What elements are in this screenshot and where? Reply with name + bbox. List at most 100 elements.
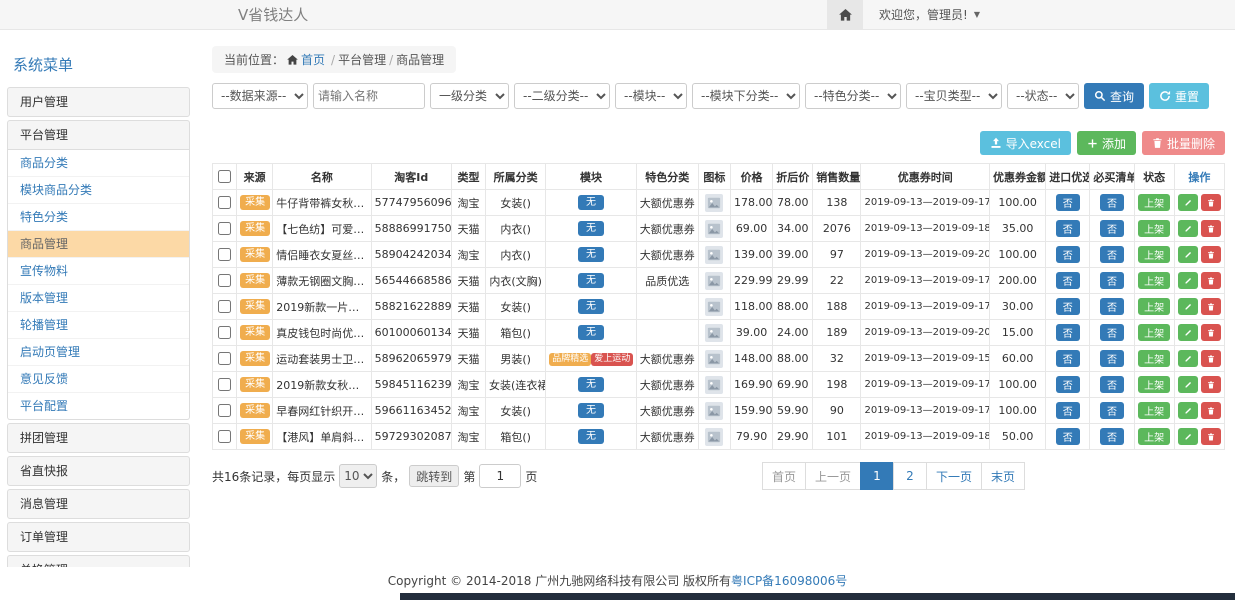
- delete-button[interactable]: [1201, 350, 1221, 367]
- delete-button[interactable]: [1201, 246, 1221, 263]
- page-link[interactable]: 首页: [762, 462, 806, 490]
- status-button[interactable]: 上架: [1138, 350, 1170, 367]
- home-button[interactable]: [827, 0, 863, 29]
- user-menu[interactable]: 欢迎您，管理员! ▼: [879, 6, 980, 23]
- import-pick-button[interactable]: 否: [1056, 194, 1080, 211]
- jump-page-input[interactable]: [479, 464, 521, 488]
- import-pick-button[interactable]: 否: [1056, 298, 1080, 315]
- edit-button[interactable]: [1178, 194, 1198, 211]
- status-button[interactable]: 上架: [1138, 324, 1170, 341]
- must-buy-button[interactable]: 否: [1100, 220, 1124, 237]
- delete-button[interactable]: [1201, 324, 1221, 341]
- row-checkbox[interactable]: [218, 404, 231, 417]
- delete-button[interactable]: [1201, 298, 1221, 315]
- search-button[interactable]: 查询: [1084, 83, 1144, 109]
- delete-button[interactable]: [1201, 402, 1221, 419]
- filter-level1-category[interactable]: 一级分类: [430, 83, 509, 109]
- status-button[interactable]: 上架: [1138, 220, 1170, 237]
- per-page-select[interactable]: 10: [339, 464, 377, 488]
- status-button[interactable]: 上架: [1138, 298, 1170, 315]
- sidebar-item[interactable]: 启动页管理: [8, 339, 189, 366]
- sidebar-item[interactable]: 版本管理: [8, 285, 189, 312]
- sidebar-item[interactable]: 轮播管理: [8, 312, 189, 339]
- import-pick-button[interactable]: 否: [1056, 428, 1080, 445]
- status-button[interactable]: 上架: [1138, 246, 1170, 263]
- edit-button[interactable]: [1178, 402, 1198, 419]
- sidebar-item[interactable]: 平台配置: [8, 393, 189, 419]
- edit-button[interactable]: [1178, 324, 1198, 341]
- sidebar-item[interactable]: 特色分类: [8, 204, 189, 231]
- edit-button[interactable]: [1178, 376, 1198, 393]
- filter-data-source[interactable]: --数据来源--: [212, 83, 308, 109]
- must-buy-button[interactable]: 否: [1100, 246, 1124, 263]
- name-search-input[interactable]: [313, 83, 425, 109]
- row-checkbox[interactable]: [218, 430, 231, 443]
- import-pick-button[interactable]: 否: [1056, 350, 1080, 367]
- filter-module-subcategory[interactable]: --模块下分类--: [692, 83, 800, 109]
- must-buy-button[interactable]: 否: [1100, 350, 1124, 367]
- sidebar-group[interactable]: 订单管理: [7, 522, 190, 552]
- must-buy-button[interactable]: 否: [1100, 272, 1124, 289]
- sidebar-group[interactable]: 省直快报: [7, 456, 190, 486]
- delete-button[interactable]: [1201, 220, 1221, 237]
- row-checkbox[interactable]: [218, 222, 231, 235]
- row-checkbox[interactable]: [218, 196, 231, 209]
- bulk-delete-button[interactable]: 批量删除: [1142, 131, 1225, 155]
- sidebar-group[interactable]: 拼团管理: [7, 423, 190, 453]
- delete-button[interactable]: [1201, 194, 1221, 211]
- status-button[interactable]: 上架: [1138, 194, 1170, 211]
- edit-button[interactable]: [1178, 246, 1198, 263]
- delete-button[interactable]: [1201, 376, 1221, 393]
- edit-button[interactable]: [1178, 272, 1198, 289]
- filter-featured-category[interactable]: --特色分类--: [805, 83, 901, 109]
- must-buy-button[interactable]: 否: [1100, 376, 1124, 393]
- add-button[interactable]: 添加: [1077, 131, 1136, 155]
- import-pick-button[interactable]: 否: [1056, 402, 1080, 419]
- import-excel-button[interactable]: 导入excel: [980, 131, 1071, 155]
- row-checkbox[interactable]: [218, 326, 231, 339]
- row-checkbox[interactable]: [218, 352, 231, 365]
- import-pick-button[interactable]: 否: [1056, 324, 1080, 341]
- sidebar-group[interactable]: 用户管理: [7, 87, 190, 117]
- status-button[interactable]: 上架: [1138, 272, 1170, 289]
- import-pick-button[interactable]: 否: [1056, 272, 1080, 289]
- edit-button[interactable]: [1178, 350, 1198, 367]
- import-pick-button[interactable]: 否: [1056, 220, 1080, 237]
- status-button[interactable]: 上架: [1138, 428, 1170, 445]
- sidebar-item[interactable]: 意见反馈: [8, 366, 189, 393]
- must-buy-button[interactable]: 否: [1100, 402, 1124, 419]
- page-link[interactable]: 1: [860, 462, 894, 490]
- sidebar-group[interactable]: 平台管理: [7, 120, 190, 150]
- import-pick-button[interactable]: 否: [1056, 246, 1080, 263]
- breadcrumb-home-link[interactable]: 首页: [301, 51, 325, 68]
- sidebar-item[interactable]: 模块商品分类: [8, 177, 189, 204]
- edit-button[interactable]: [1178, 298, 1198, 315]
- must-buy-button[interactable]: 否: [1100, 324, 1124, 341]
- row-checkbox[interactable]: [218, 300, 231, 313]
- jump-button[interactable]: 跳转到: [409, 465, 459, 487]
- delete-button[interactable]: [1201, 272, 1221, 289]
- must-buy-button[interactable]: 否: [1100, 194, 1124, 211]
- must-buy-button[interactable]: 否: [1100, 298, 1124, 315]
- row-checkbox[interactable]: [218, 274, 231, 287]
- edit-button[interactable]: [1178, 220, 1198, 237]
- filter-status[interactable]: --状态--: [1007, 83, 1079, 109]
- page-link[interactable]: 下一页: [926, 462, 982, 490]
- filter-item-type[interactable]: --宝贝类型--: [906, 83, 1002, 109]
- sidebar-item[interactable]: 商品分类: [8, 150, 189, 177]
- import-pick-button[interactable]: 否: [1056, 376, 1080, 393]
- edit-button[interactable]: [1178, 428, 1198, 445]
- page-link[interactable]: 末页: [981, 462, 1025, 490]
- status-button[interactable]: 上架: [1138, 376, 1170, 393]
- select-all-checkbox[interactable]: [218, 170, 231, 183]
- must-buy-button[interactable]: 否: [1100, 428, 1124, 445]
- row-checkbox[interactable]: [218, 248, 231, 261]
- reset-button[interactable]: 重置: [1149, 83, 1209, 109]
- sidebar-item[interactable]: 商品管理: [8, 231, 189, 258]
- filter-module[interactable]: --模块--: [615, 83, 687, 109]
- page-link[interactable]: 2: [893, 462, 927, 490]
- delete-button[interactable]: [1201, 428, 1221, 445]
- filter-level2-category[interactable]: --二级分类--: [514, 83, 610, 109]
- row-checkbox[interactable]: [218, 378, 231, 391]
- icp-link[interactable]: 粤ICP备16098006号: [731, 572, 847, 589]
